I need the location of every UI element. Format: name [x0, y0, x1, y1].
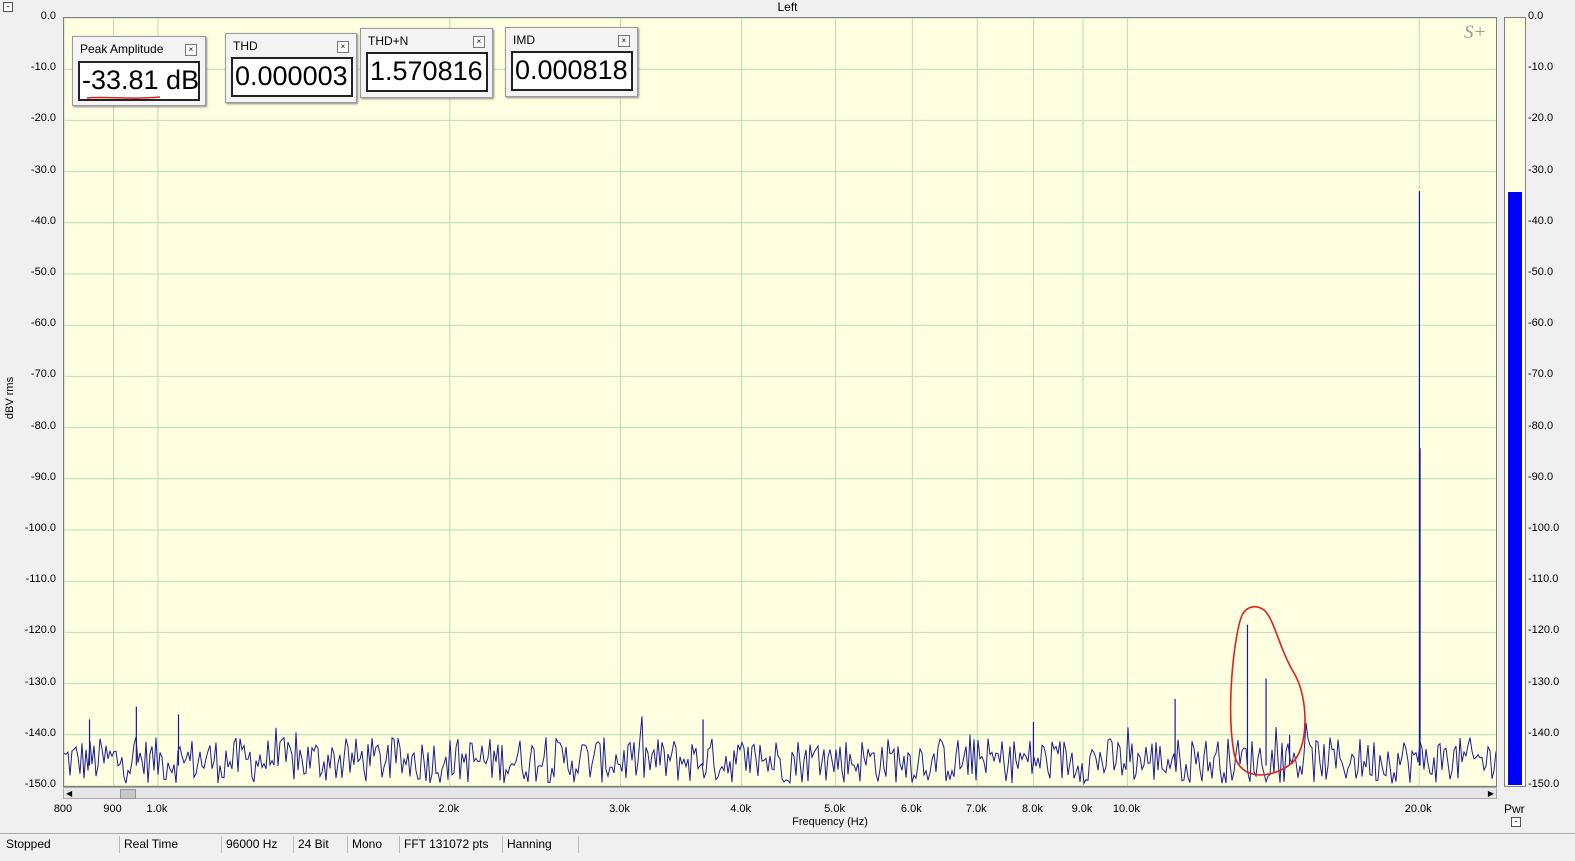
y-right-tick-label: -80.0: [1528, 419, 1554, 432]
red-underline: [86, 96, 161, 99]
meter-value: 1.570816: [366, 52, 488, 92]
y-tick-label: -150.0: [24, 778, 56, 790]
status-channels[interactable]: Mono: [348, 836, 400, 853]
x-tick-label: 900: [103, 803, 122, 815]
spectrum-trace: [64, 716, 1496, 785]
scroll-thumb[interactable]: [120, 789, 136, 799]
thd-meter[interactable]: THD × 0.000003: [225, 33, 357, 103]
y-right-tick-label: 0.0: [1528, 10, 1544, 22]
y-right-tick-label: -150.0: [1528, 778, 1560, 790]
x-tick-label: 2.0k: [438, 803, 460, 815]
y-tick-label: -90.0: [30, 470, 56, 483]
y-tick-label: -50.0: [30, 266, 56, 278]
x-tick-label: 5.0k: [824, 803, 845, 815]
y-right-tick-label: -120.0: [1528, 624, 1560, 637]
y-right-tick-label: -140.0: [1528, 726, 1560, 739]
x-axis-title: Frequency (Hz): [792, 816, 868, 828]
y-tick-label: -130.0: [24, 675, 56, 688]
grid: [64, 18, 1496, 786]
close-icon[interactable]: ×: [337, 41, 349, 53]
close-icon[interactable]: ×: [473, 36, 485, 48]
power-collapse-button[interactable]: -: [1511, 817, 1521, 827]
y-right-tick-label: -130.0: [1528, 675, 1560, 688]
horizontal-scrollbar[interactable]: ◀ ▶: [63, 787, 1497, 799]
y-right-tick-label: -10.0: [1528, 61, 1554, 74]
y-right-tick-label: -60.0: [1528, 317, 1554, 330]
peak-amplitude-meter[interactable]: Peak Amplitude × -33.81 dB: [72, 36, 206, 106]
y-right-tick-label: -90.0: [1528, 470, 1554, 483]
x-tick-label: 4.0k: [730, 803, 751, 815]
y-right-tick-label: -40.0: [1528, 214, 1554, 227]
meter-title: THD+N: [368, 34, 409, 48]
x-tick-label: 8.0k: [1022, 803, 1043, 815]
y-tick-label: -40.0: [30, 214, 56, 227]
y-right-tick-label: -30.0: [1528, 163, 1554, 176]
y-right-tick-label: -20.0: [1528, 112, 1554, 125]
status-bit-depth[interactable]: 24 Bit: [294, 836, 348, 853]
status-window[interactable]: Hanning: [503, 836, 579, 853]
spectrum-svg: S+: [64, 18, 1496, 786]
meter-title: THD: [233, 39, 258, 53]
power-meter-fill: [1508, 191, 1522, 785]
spectrum-plot[interactable]: S+: [63, 17, 1497, 787]
x-tick-label: 9.0k: [1071, 803, 1093, 815]
y-tick-label: -20.0: [30, 112, 56, 125]
meter-value: 0.000003: [231, 57, 353, 97]
status-mode[interactable]: Real Time: [120, 836, 222, 853]
y-tick-label: -30.0: [30, 163, 56, 176]
y-tick-label: -120.0: [24, 624, 56, 637]
x-tick-label: 1.0k: [146, 803, 168, 815]
y-right-tick-label: -50.0: [1528, 266, 1554, 278]
scroll-right-icon[interactable]: ▶: [1488, 789, 1494, 798]
y-right-tick-label: -110.0: [1528, 573, 1559, 586]
status-bar: Stopped Real Time 96000 Hz 24 Bit Mono F…: [0, 833, 1575, 854]
y-tick-label: -60.0: [30, 317, 56, 330]
thd-n-meter[interactable]: THD+N × 1.570816: [360, 28, 493, 98]
window-title: Left: [777, 0, 798, 14]
y-tick-label: -100.0: [24, 522, 56, 534]
power-meter: [1504, 17, 1526, 787]
power-meter-label: Pwr: [1504, 802, 1525, 816]
y-tick-label: -10.0: [30, 61, 56, 74]
y-right-tick-label: -100.0: [1528, 522, 1560, 534]
y-right-tick-label: -70.0: [1528, 368, 1554, 381]
y-tick-label: 0.0: [40, 10, 56, 22]
status-sample-rate[interactable]: 96000 Hz: [222, 836, 294, 853]
x-tick-label: 6.0k: [900, 803, 922, 815]
meter-value: 0.000818: [511, 51, 633, 91]
meter-title: IMD: [513, 33, 535, 47]
watermark-logo: S+: [1464, 22, 1486, 43]
x-tick-label: 3.0k: [609, 803, 630, 815]
close-icon[interactable]: ×: [618, 35, 630, 47]
x-tick-label: 20.0k: [1404, 803, 1432, 815]
imd-meter[interactable]: IMD × 0.000818: [505, 27, 638, 97]
status-state: Stopped: [2, 836, 120, 853]
x-tick-label: 7.0k: [965, 803, 987, 815]
status-fft-size[interactable]: FFT 131072 pts: [400, 836, 503, 853]
x-tick-label: 10.0k: [1112, 803, 1140, 815]
x-tick-label: 800: [53, 803, 73, 815]
y-tick-label: -140.0: [24, 726, 56, 739]
scroll-left-icon[interactable]: ◀: [66, 789, 72, 798]
meter-title: Peak Amplitude: [80, 42, 164, 56]
y-tick-label: -110.0: [25, 573, 56, 586]
close-icon[interactable]: ×: [185, 44, 197, 56]
y-axis-title: dBV rms: [4, 376, 16, 420]
